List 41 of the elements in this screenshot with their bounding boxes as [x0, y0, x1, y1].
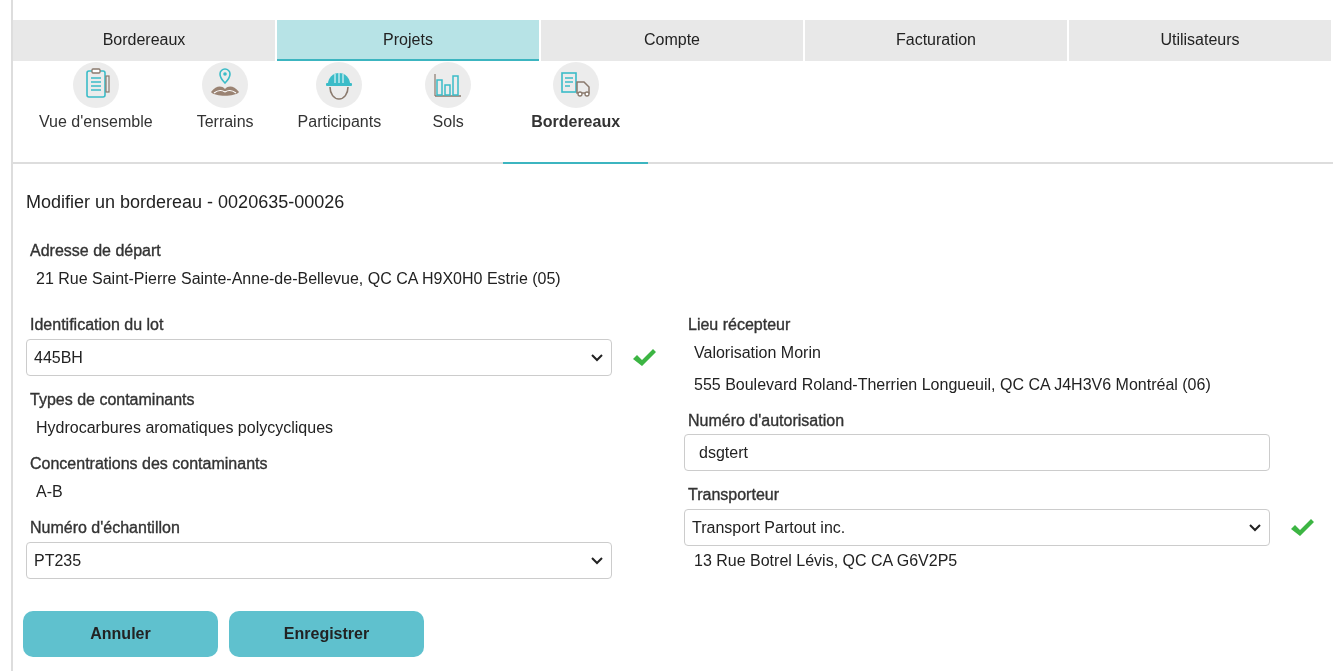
input-field[interactable]: dsgtert: [684, 434, 1270, 471]
field-value: A-B: [36, 482, 64, 502]
select-field[interactable]: Transport Partout inc.: [684, 509, 1270, 546]
bar-chart-icon: [425, 62, 472, 108]
document-truck-icon: [552, 62, 599, 108]
sub-tab[interactable]: Sols: [413, 61, 484, 164]
chevron-down-icon: [591, 556, 603, 565]
sub-tab[interactable]: Terrains: [184, 61, 266, 164]
form-title: Modifier un bordereau - 0020635-00026: [26, 191, 346, 213]
select-field[interactable]: 445BH: [26, 339, 612, 376]
sub-tab[interactable]: Vue d'ensemble: [27, 61, 165, 164]
chevron-down-icon: [591, 353, 603, 362]
nav-tab[interactable]: Projets: [277, 20, 539, 61]
nav-tab[interactable]: Utilisateurs: [1069, 20, 1331, 61]
location-pin-icon: [202, 62, 249, 108]
field-label: Adresse de départ: [30, 241, 162, 259]
field-value: 13 Rue Botrel Lévis, QC CA G6V2P5: [694, 551, 959, 571]
form-button[interactable]: Enregistrer: [229, 611, 424, 657]
checkmark-icon: [1289, 516, 1317, 539]
clipboard-icon: [72, 62, 119, 108]
nav-tab[interactable]: Compte: [541, 20, 803, 61]
field-label: Numéro d'échantillon: [30, 518, 181, 536]
field-value: Hydrocarbures aromatiques polycycliques: [36, 418, 335, 438]
nav-tab[interactable]: Facturation: [805, 20, 1067, 61]
field-label: Transporteur: [688, 485, 780, 503]
nav-tab[interactable]: Bordereaux: [13, 20, 275, 61]
chevron-down-icon: [1249, 523, 1261, 532]
select-field[interactable]: PT235: [26, 542, 612, 579]
field-label: Types de contaminants: [30, 390, 196, 408]
hard-hat-icon: [316, 62, 363, 108]
form-button[interactable]: Annuler: [23, 611, 218, 657]
field-label: Lieu récepteur: [688, 315, 792, 333]
field-label: Concentrations des contaminants: [30, 454, 269, 472]
field-label: Identification du lot: [30, 315, 165, 333]
checkmark-icon: [631, 346, 659, 369]
field-value: Valorisation Morin: [694, 343, 822, 363]
field-value: 555 Boulevard Roland-Therrien Longueuil, QC CA J4H3V6 Montréal (06): [694, 375, 1212, 395]
field-value: 21 Rue Saint-Pierre Sainte-Anne-de-Bellevue, QC CA H9X0H0 Estrie (05): [36, 269, 562, 289]
sub-tab[interactable]: Participants: [285, 61, 394, 164]
field-label: Numéro d'autorisation: [688, 411, 846, 429]
sub-tab[interactable]: Bordereaux: [503, 61, 649, 164]
